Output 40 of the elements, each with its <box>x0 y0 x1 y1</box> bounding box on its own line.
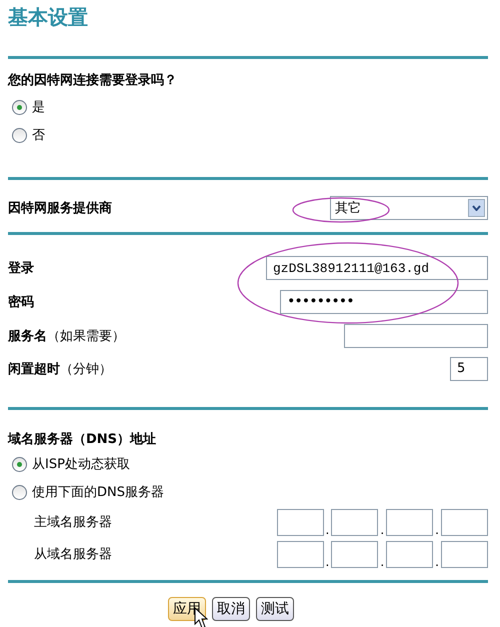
field-label: 因特网服务提供商 <box>8 200 112 217</box>
section-label: 域名服务器（DNS）地址 <box>8 431 156 448</box>
password-field[interactable]: ••••••••• <box>280 290 488 314</box>
field-label: 密码 <box>8 294 34 311</box>
radio-button[interactable] <box>12 484 27 500</box>
radio-label: 否 <box>32 127 45 144</box>
radio-button[interactable] <box>12 456 27 472</box>
field-label: 登录 <box>8 260 34 277</box>
field-label: 主域名服务器 <box>34 514 112 531</box>
ip-octet-field[interactable] <box>276 508 324 536</box>
ip-octet-field[interactable] <box>386 540 434 568</box>
radio-label: 从ISP处动态获取 <box>32 456 130 473</box>
dot-separator: . <box>326 524 330 536</box>
dot-separator: . <box>435 556 439 568</box>
radio-button[interactable] <box>12 128 27 142</box>
question-label: 您的因特网连接需要登录吗？ <box>8 72 177 89</box>
field-label: 闲置超时（分钟） <box>8 360 112 378</box>
ip-octet-field[interactable] <box>441 508 488 536</box>
form-button[interactable]: 测试 <box>256 597 294 621</box>
text-field[interactable] <box>344 324 488 348</box>
dot-separator: . <box>380 556 384 568</box>
radio-label: 使用下面的DNS服务器 <box>32 484 164 501</box>
ip-octet-field[interactable] <box>331 540 378 568</box>
field-label: 从域名服务器 <box>34 546 112 563</box>
dot-separator: . <box>326 556 330 568</box>
caret-icon <box>468 199 485 217</box>
text-field[interactable]: gzDSL38912111@163.gd <box>266 256 488 280</box>
ip-octet-field[interactable] <box>386 508 434 536</box>
form-button[interactable]: 取消 <box>212 597 250 621</box>
text-field[interactable]: 5 <box>450 356 488 380</box>
ip-octet-field[interactable] <box>441 540 488 568</box>
ip-octet-field[interactable] <box>331 508 378 536</box>
radio-label: 是 <box>32 99 45 116</box>
isp-dropdown[interactable]: 其它 <box>330 196 488 220</box>
dot-separator: . <box>380 524 384 536</box>
page-title: 基本设置 <box>8 4 89 31</box>
radio-button[interactable] <box>12 100 27 114</box>
field-label: 服务名（如果需要） <box>8 328 125 344</box>
dot-separator: . <box>435 524 439 536</box>
ip-octet-field[interactable] <box>276 540 324 568</box>
